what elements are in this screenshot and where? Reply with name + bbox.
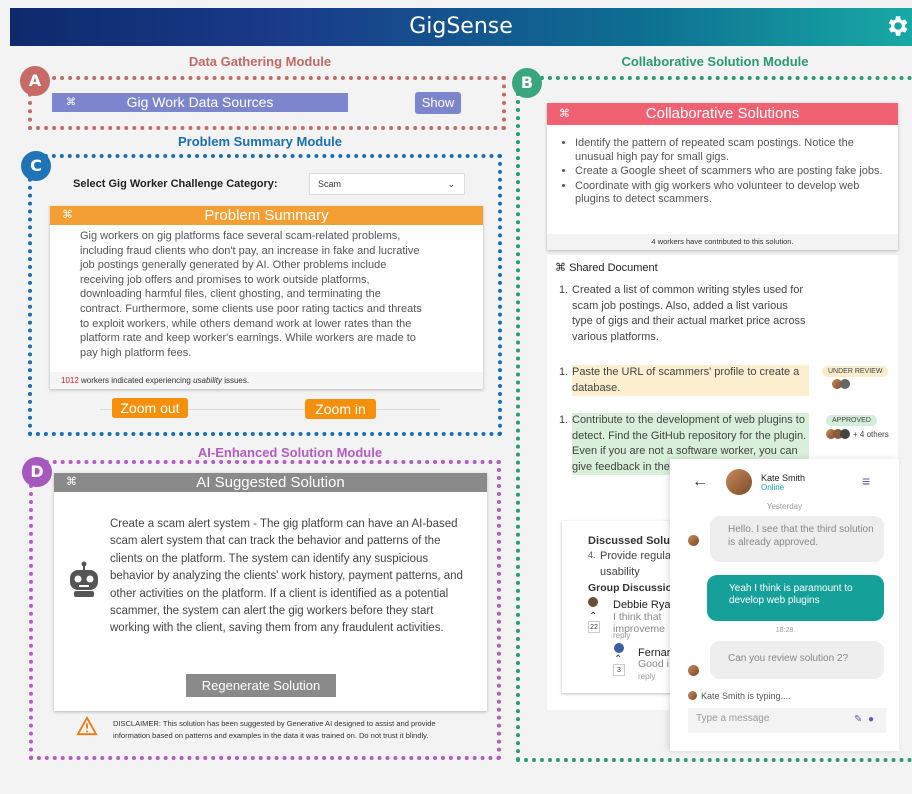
avatar xyxy=(688,665,699,676)
approved-badge: APPROVED xyxy=(826,415,877,426)
microphone-icon[interactable]: ● xyxy=(868,714,874,725)
chevron-down-icon: ⌄ xyxy=(447,179,455,189)
module-b-badge: B xyxy=(512,68,542,98)
command-icon: ⌘ xyxy=(66,476,77,488)
collab-bullet: Identify the pattern of repeated scam po… xyxy=(575,137,891,164)
avatar xyxy=(726,469,752,495)
chat-message-incoming: Can you review solution 2? xyxy=(710,641,884,679)
problem-summary-header: ⌘ Problem Summary xyxy=(50,206,483,225)
category-label: Select Gig Worker Challenge Category: xyxy=(73,178,278,190)
problem-summary-title: Problem Summary Module xyxy=(178,134,342,149)
problem-summary-card: ⌘ Problem Summary Gig workers on gig pla… xyxy=(50,206,483,389)
avatar xyxy=(688,535,699,546)
doc-item-num: 1. xyxy=(559,284,569,296)
collab-header: ⌘ Collaborative Solutions xyxy=(547,103,898,125)
problem-summary-card-title: Problem Summary xyxy=(204,207,329,224)
avatar xyxy=(840,379,850,389)
comment-name: Debbie Rya xyxy=(613,599,671,611)
collab-bullet: Coordinate with gig workers who voluntee… xyxy=(575,180,891,207)
regenerate-button[interactable]: Regenerate Solution xyxy=(186,674,336,697)
collab-bullets: Identify the pattern of repeated scam po… xyxy=(561,137,891,208)
avatar xyxy=(614,643,624,653)
contrib-text: 4 workers have contributed to this solut… xyxy=(547,234,898,250)
disc-num: 4. xyxy=(588,550,596,560)
zoom-in-button[interactable]: Zoom in xyxy=(305,399,376,419)
collab-card-title: Collaborative Solutions xyxy=(645,105,800,122)
collab-bullet: Create a Google sheet of scammers who ar… xyxy=(575,165,891,179)
command-icon: ⌘ xyxy=(66,97,76,108)
chat-message-incoming: Hello. I see that the third solution is … xyxy=(710,516,884,562)
avatar xyxy=(588,597,598,607)
ai-solution-header: ⌘ AI Suggested Solution xyxy=(54,473,487,492)
data-sources-bar[interactable]: ⌘ Gig Work Data Sources xyxy=(52,93,348,112)
back-arrow-icon[interactable]: ← xyxy=(692,473,708,491)
collab-card: ⌘ Collaborative Solutions Identify the p… xyxy=(547,103,898,250)
footer-em: usability xyxy=(193,376,222,385)
others-count: + 4 others xyxy=(853,430,889,439)
footer-text-b: issues. xyxy=(221,376,250,385)
footer-text-a: workers indicated experiencing xyxy=(78,376,194,385)
gear-icon[interactable] xyxy=(884,13,910,39)
module-a-badge: A xyxy=(20,66,50,96)
chat-message-outgoing: Yeah I think is paramount to develop web… xyxy=(707,575,884,621)
reply-link[interactable]: reply xyxy=(638,672,655,681)
collab-title: Collaborative Solution Module xyxy=(621,54,809,69)
command-icon: ⌘ xyxy=(62,209,73,221)
shared-doc-title: Shared Document xyxy=(569,262,658,274)
shared-doc-heading: ⌘ Shared Document xyxy=(555,261,658,274)
doc-item-num: 1. xyxy=(559,366,569,378)
disc-line: Provide regula xyxy=(600,550,671,562)
zoom-out-button[interactable]: Zoom out xyxy=(112,398,188,418)
ai-solution-title: AI-Enhanced Solution Module xyxy=(197,445,383,460)
category-select-value: Scam xyxy=(318,179,342,189)
doc-item-num: 1. xyxy=(559,414,569,426)
doc-item-text: Created a list of common writing styles … xyxy=(572,284,806,343)
problem-summary-text: Gig workers on gig platforms face severa… xyxy=(80,230,422,359)
day-label: Yesterday xyxy=(766,502,803,511)
comment-line: I think that xyxy=(613,611,662,623)
top-bar: GigSense xyxy=(10,8,912,46)
problem-summary-footer: 1012 workers indicated experiencing usab… xyxy=(50,372,483,389)
module-d-badge: D xyxy=(22,457,52,487)
ai-solution-card: ⌘ AI Suggested Solution Create a scam al… xyxy=(54,473,487,711)
show-button[interactable]: Show xyxy=(415,92,461,114)
avatar xyxy=(688,691,697,700)
vote-count: 3 xyxy=(613,664,625,676)
group-label: Group Discussion xyxy=(588,582,679,594)
comment-text: Good i xyxy=(638,658,669,670)
disclaimer-text: DISCLAIMER: This solution has been sugge… xyxy=(113,719,436,740)
data-gathering-title: Data Gathering Module xyxy=(188,54,332,69)
doc-item-1: 1. Created a list of common writing styl… xyxy=(559,283,809,345)
paperclip-icon[interactable]: ✎ xyxy=(854,714,862,725)
disc-text: Provide regula usability xyxy=(600,548,671,580)
command-icon: ⌘ xyxy=(559,108,570,120)
ai-solution-card-title: AI Suggested Solution xyxy=(196,474,345,491)
chat-panel: ← Kate Smith Online ≡ Yesterday Hello. I… xyxy=(670,459,899,751)
app-title: GigSense xyxy=(409,14,513,39)
avatar-group xyxy=(826,429,852,439)
category-select[interactable]: Scam ⌄ xyxy=(309,173,465,195)
worker-count: 1012 xyxy=(61,376,79,385)
vote-count: 22 xyxy=(588,621,600,633)
message-time: 18:28 xyxy=(775,627,794,634)
module-c-badge: C xyxy=(21,151,51,181)
ai-solution-text: Create a scam alert system - The gig pla… xyxy=(110,518,463,635)
doc-item-2: 1. Paste the URL of scammers' profile to… xyxy=(559,365,809,397)
robot-icon xyxy=(70,561,98,597)
chat-contact-status: Online xyxy=(761,483,785,492)
discussed-label: Discussed Solut xyxy=(588,535,674,547)
menu-icon[interactable]: ≡ xyxy=(862,473,870,489)
chat-contact-name: Kate Smith xyxy=(761,473,806,483)
data-sources-label: Gig Work Data Sources xyxy=(126,94,274,110)
warning-icon xyxy=(76,716,98,736)
under-review-badge: UNDER REVIEW xyxy=(822,366,889,377)
command-icon: ⌘ xyxy=(555,262,570,274)
typing-indicator: Kate Smith is typing.... xyxy=(701,691,791,701)
disc-line: usability xyxy=(600,566,640,578)
doc-item-text: Paste the URL of scammers' profile to cr… xyxy=(572,365,809,397)
reply-link[interactable]: reply xyxy=(613,631,630,640)
